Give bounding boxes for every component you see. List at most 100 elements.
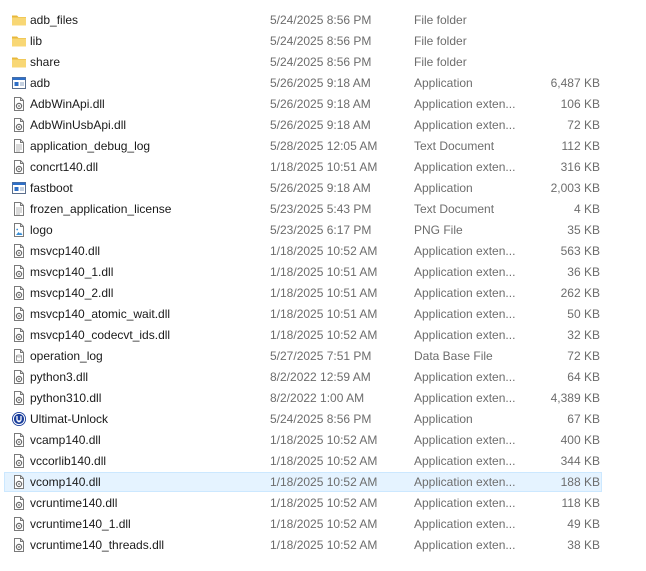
date-modified: 5/23/2025 5:43 PM [270, 202, 372, 216]
file-type: Application exten... [414, 244, 516, 258]
dll-file-icon [11, 367, 27, 388]
file-size: 563 KB [560, 244, 600, 258]
file-type: Application exten... [414, 517, 516, 531]
dll-file-icon [11, 262, 27, 283]
file-row[interactable]: vcomp140.dll 1/18/2025 10:52 AM Applicat… [0, 472, 646, 493]
file-size: 4,389 KB [550, 391, 600, 405]
file-size: 4 KB [573, 202, 600, 216]
file-name: operation_log [30, 349, 103, 363]
file-name: adb [30, 76, 51, 90]
file-row[interactable]: vcamp140.dll 1/18/2025 10:52 AM Applicat… [0, 430, 646, 451]
file-name: msvcp140_2.dll [30, 286, 114, 300]
file-row[interactable]: msvcp140_atomic_wait.dll 1/18/2025 10:51… [0, 304, 646, 325]
file-type: Application exten... [414, 433, 516, 447]
file-row[interactable]: concrt140.dll 1/18/2025 10:51 AM Applica… [0, 157, 646, 178]
date-modified: 1/18/2025 10:51 AM [270, 160, 378, 174]
file-name: msvcp140_atomic_wait.dll [30, 307, 171, 321]
date-modified: 1/18/2025 10:52 AM [270, 475, 378, 489]
file-row[interactable]: vcruntime140_1.dll 1/18/2025 10:52 AM Ap… [0, 514, 646, 535]
file-type: Application exten... [414, 97, 516, 111]
file-name: application_debug_log [30, 139, 151, 153]
date-modified: 1/18/2025 10:51 AM [270, 265, 378, 279]
file-row[interactable]: logo 5/23/2025 6:17 PM PNG File 35 KB [0, 220, 646, 241]
date-modified: 1/18/2025 10:52 AM [270, 517, 378, 531]
date-modified: 1/18/2025 10:52 AM [270, 433, 378, 447]
file-type: Application exten... [414, 538, 516, 552]
file-type: File folder [414, 34, 467, 48]
dll-file-icon [11, 115, 27, 136]
file-type: Application exten... [414, 391, 516, 405]
file-name: logo [30, 223, 53, 237]
date-modified: 5/24/2025 8:56 PM [270, 55, 372, 69]
file-name: share [30, 55, 61, 69]
file-name: AdbWinApi.dll [30, 97, 105, 111]
image-file-icon [11, 220, 27, 241]
file-type: File folder [414, 13, 467, 27]
file-row[interactable]: lib 5/24/2025 8:56 PM File folder [0, 31, 646, 52]
file-size: 262 KB [560, 286, 600, 300]
file-name: lib [30, 34, 43, 48]
file-type: Data Base File [414, 349, 493, 363]
file-row[interactable]: application_debug_log 5/28/2025 12:05 AM… [0, 136, 646, 157]
dll-file-icon [11, 430, 27, 451]
file-name: msvcp140_codecvt_ids.dll [30, 328, 171, 342]
file-type: Application exten... [414, 307, 516, 321]
file-row[interactable]: frozen_application_license 5/23/2025 5:4… [0, 199, 646, 220]
date-modified: 1/18/2025 10:52 AM [270, 496, 378, 510]
file-row[interactable]: python310.dll 8/2/2022 1:00 AM Applicati… [0, 388, 646, 409]
file-name: vccorlib140.dll [30, 454, 107, 468]
file-type: Application exten... [414, 118, 516, 132]
file-row[interactable]: fastboot 5/26/2025 9:18 AM Application 2… [0, 178, 646, 199]
file-row[interactable]: AdbWinUsbApi.dll 5/26/2025 9:18 AM Appli… [0, 115, 646, 136]
file-row[interactable]: Ultimat-Unlock 5/24/2025 8:56 PM Applica… [0, 409, 646, 430]
file-row[interactable]: vcruntime140.dll 1/18/2025 10:52 AM Appl… [0, 493, 646, 514]
file-row[interactable]: vcruntime140_threads.dll 1/18/2025 10:52… [0, 535, 646, 556]
file-size: 35 KB [567, 223, 600, 237]
file-name: msvcp140.dll [30, 244, 101, 258]
text-file-icon [11, 136, 27, 157]
file-type: Application exten... [414, 454, 516, 468]
file-row[interactable]: msvcp140_codecvt_ids.dll 1/18/2025 10:52… [0, 325, 646, 346]
file-size: 2,003 KB [550, 181, 600, 195]
date-modified: 5/24/2025 8:56 PM [270, 412, 372, 426]
file-row[interactable]: msvcp140_2.dll 1/18/2025 10:51 AM Applic… [0, 283, 646, 304]
file-name: AdbWinUsbApi.dll [30, 118, 127, 132]
file-size: 106 KB [560, 97, 600, 111]
file-size: 316 KB [560, 160, 600, 174]
dll-file-icon [11, 157, 27, 178]
file-type: Application [414, 181, 473, 195]
file-row[interactable]: python3.dll 8/2/2022 12:59 AM Applicatio… [0, 367, 646, 388]
file-row[interactable]: AdbWinApi.dll 5/26/2025 9:18 AM Applicat… [0, 94, 646, 115]
date-modified: 5/24/2025 8:56 PM [270, 34, 372, 48]
file-size: 64 KB [567, 370, 600, 384]
date-modified: 5/26/2025 9:18 AM [270, 97, 371, 111]
file-name: msvcp140_1.dll [30, 265, 114, 279]
file-size: 50 KB [567, 307, 600, 321]
file-row[interactable]: operation_log 5/27/2025 7:51 PM Data Bas… [0, 346, 646, 367]
date-modified: 5/23/2025 6:17 PM [270, 223, 372, 237]
file-row[interactable]: msvcp140_1.dll 1/18/2025 10:51 AM Applic… [0, 262, 646, 283]
file-name: concrt140.dll [30, 160, 99, 174]
date-modified: 5/26/2025 9:18 AM [270, 181, 371, 195]
file-name: adb_files [30, 13, 79, 27]
file-size: 67 KB [567, 412, 600, 426]
dll-file-icon [11, 241, 27, 262]
file-type: File folder [414, 55, 467, 69]
date-modified: 5/27/2025 7:51 PM [270, 349, 372, 363]
date-modified: 1/18/2025 10:52 AM [270, 328, 378, 342]
file-type: Application [414, 412, 473, 426]
file-row[interactable]: msvcp140.dll 1/18/2025 10:52 AM Applicat… [0, 241, 646, 262]
file-row[interactable]: vccorlib140.dll 1/18/2025 10:52 AM Appli… [0, 451, 646, 472]
date-modified: 1/18/2025 10:52 AM [270, 454, 378, 468]
dll-file-icon [11, 388, 27, 409]
file-name: frozen_application_license [30, 202, 172, 216]
file-row[interactable]: share 5/24/2025 8:56 PM File folder [0, 52, 646, 73]
date-modified: 8/2/2022 12:59 AM [270, 370, 371, 384]
file-size: 400 KB [560, 433, 600, 447]
date-modified: 5/28/2025 12:05 AM [270, 139, 378, 153]
file-type: Application [414, 76, 473, 90]
file-row[interactable]: adb 5/26/2025 9:18 AM Application 6,487 … [0, 73, 646, 94]
date-modified: 1/18/2025 10:52 AM [270, 244, 378, 258]
file-row[interactable]: adb_files 5/24/2025 8:56 PM File folder [0, 10, 646, 31]
date-modified: 5/26/2025 9:18 AM [270, 76, 371, 90]
